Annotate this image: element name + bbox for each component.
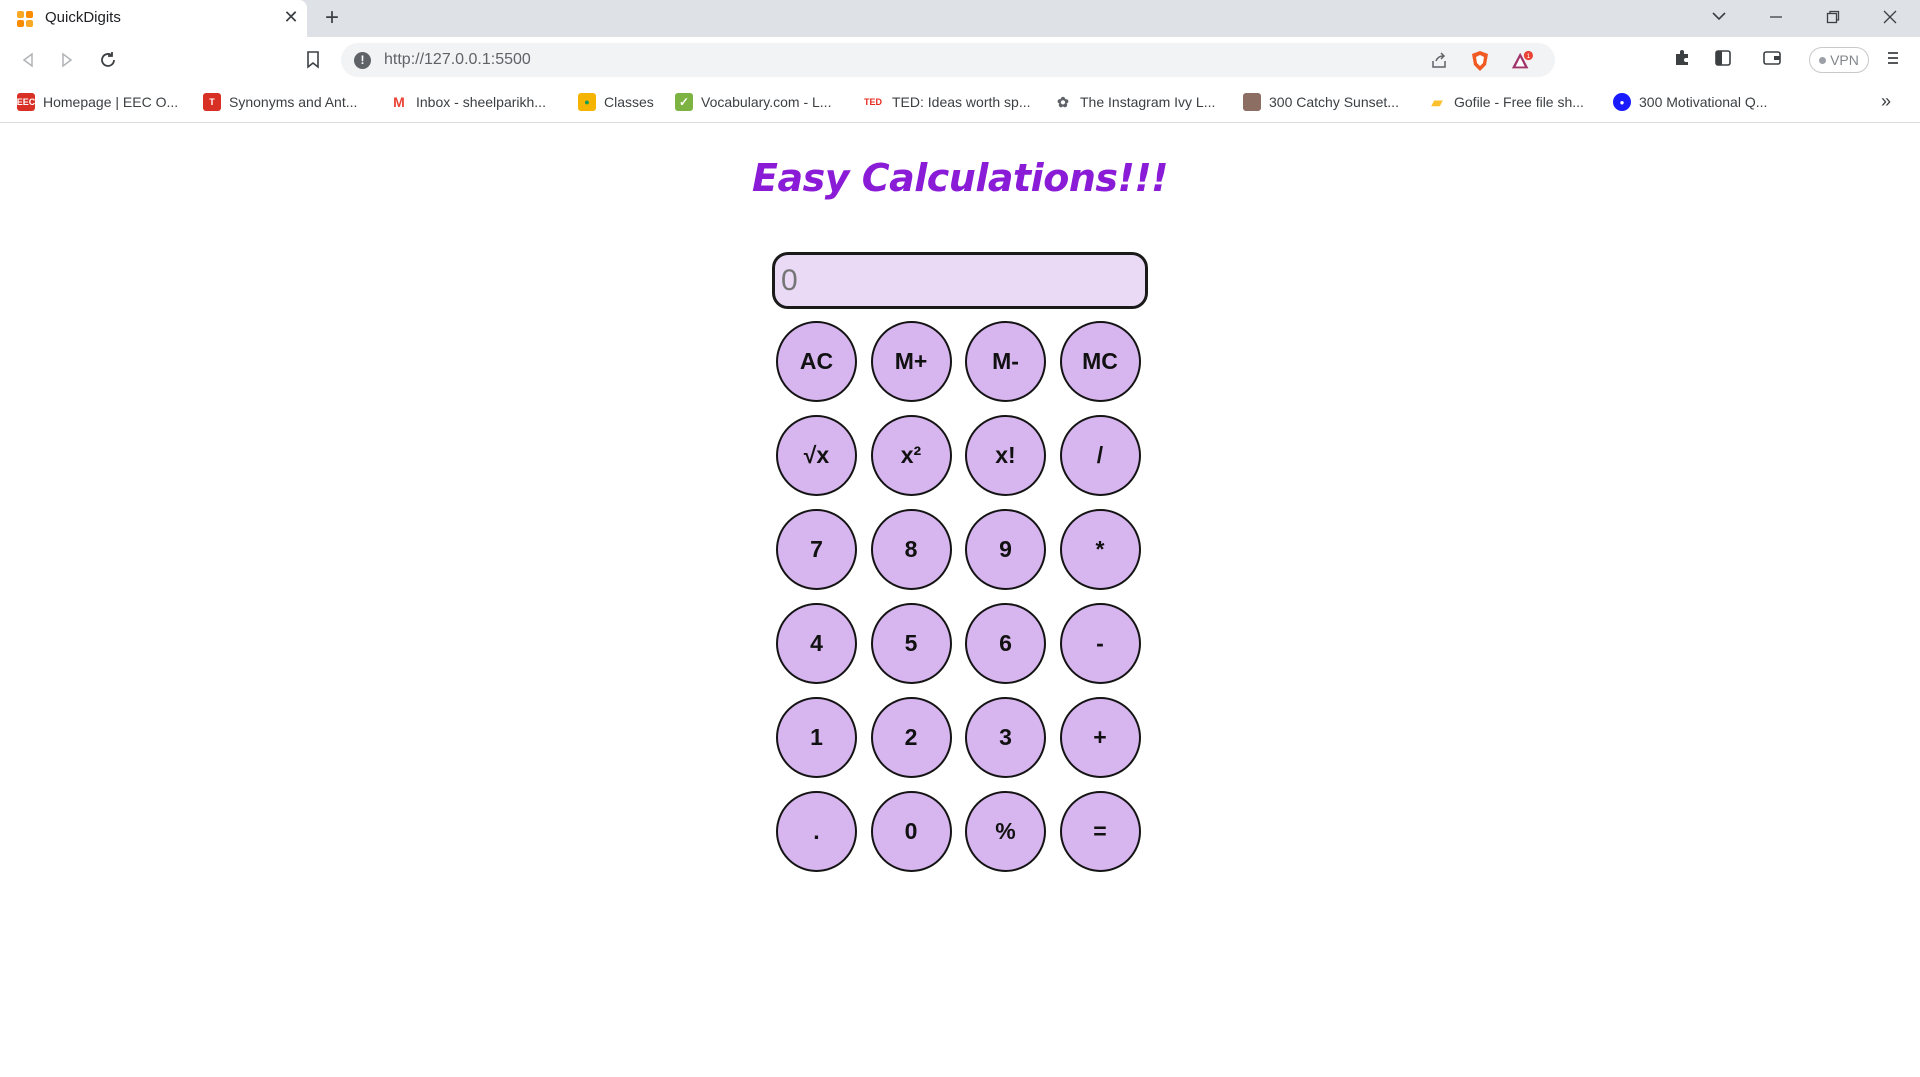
sunset-icon [1243, 93, 1261, 111]
bookmark-label: Inbox - sheelparikh... [416, 94, 546, 110]
bookmark-icon [307, 51, 319, 69]
bookmark-label: TED: Ideas worth sp... [892, 94, 1031, 110]
multiply-button[interactable]: * [1059, 509, 1141, 590]
tab-search-chevron-icon[interactable] [1699, 4, 1739, 32]
reload-button[interactable] [93, 45, 123, 75]
quickdigits-favicon-icon [17, 11, 33, 27]
back-button[interactable] [13, 45, 43, 75]
bookmark-label: Classes [604, 94, 654, 110]
restore-button[interactable] [1813, 4, 1853, 32]
vpn-button[interactable]: VPN [1809, 47, 1869, 73]
bookmark-item[interactable]: ✿ The Instagram Ivy L... [1054, 91, 1215, 113]
tab-close-icon[interactable]: ✕ [280, 6, 302, 28]
bookmarks-bar: EEC Homepage | EEC O... T Synonyms and A… [0, 83, 1920, 123]
bookmark-item[interactable]: ▰ Gofile - Free file sh... [1428, 91, 1584, 113]
close-window-button[interactable] [1870, 4, 1910, 32]
gofile-icon: ▰ [1428, 93, 1446, 111]
motivational-icon: ● [1613, 93, 1631, 111]
bookmark-item[interactable]: M Inbox - sheelparikh... [390, 91, 546, 113]
forward-arrow-icon [62, 52, 73, 68]
page-title: Easy Calculations!!! [752, 156, 1168, 200]
square-button[interactable]: x² [870, 415, 952, 496]
browser-toolbar: ! http://127.0.0.1:5500 1 VPN [0, 37, 1920, 83]
thesaurus-icon: T [203, 93, 221, 111]
share-icon[interactable] [1428, 50, 1450, 72]
digit-0-button[interactable]: 0 [870, 791, 952, 872]
site-info-icon[interactable]: ! [354, 52, 371, 69]
ted-icon: TED [862, 93, 884, 111]
add-button[interactable]: + [1059, 697, 1141, 778]
digit-6-button[interactable]: 6 [965, 603, 1046, 684]
bookmark-label: 300 Motivational Q... [1639, 94, 1768, 110]
reload-icon [101, 52, 115, 67]
brave-rewards-icon[interactable]: 1 [1511, 50, 1533, 72]
digit-5-button[interactable]: 5 [870, 603, 952, 684]
keypad: AC M+ M- MC √x x² x!/ 7 8 9 * 4 5 6- 1 2 3 +. 0% = [776, 321, 1146, 872]
digit-2-button[interactable]: 2 [870, 697, 952, 778]
ivy-icon: ✿ [1054, 93, 1072, 111]
wallet-icon[interactable] [1758, 44, 1786, 72]
brave-shields-icon[interactable] [1469, 50, 1491, 72]
bookmark-label: Homepage | EEC O... [43, 94, 179, 110]
digit-4-button[interactable]: 4 [776, 603, 857, 684]
bookmark-label: Synonyms and Ant... [229, 94, 358, 110]
svg-text:1: 1 [1527, 53, 1531, 60]
forward-button[interactable] [52, 45, 82, 75]
url-text: http://127.0.0.1:5500 [384, 51, 531, 68]
bookmark-item[interactable]: ✓ Vocabulary.com - L... [675, 91, 831, 113]
bookmark-button[interactable] [298, 45, 328, 75]
gmail-icon: M [390, 93, 408, 111]
vpn-status-dot-icon [1819, 56, 1827, 64]
digit-8-button[interactable]: 8 [870, 509, 952, 590]
percent-button[interactable]: % [965, 791, 1046, 872]
bookmark-label: Vocabulary.com - L... [701, 94, 832, 110]
memory-clear-button[interactable]: MC [1059, 321, 1141, 402]
all-clear-button[interactable]: AC [776, 321, 857, 402]
decimal-button[interactable]: . [776, 791, 857, 872]
square-root-button[interactable]: √x [776, 415, 857, 496]
classroom-icon: ● [578, 93, 596, 111]
bookmark-item[interactable]: ● Classes [578, 91, 654, 113]
memory-subtract-button[interactable]: M- [965, 321, 1046, 402]
vpn-label: VPN [1830, 52, 1859, 68]
calculator-display[interactable] [772, 252, 1148, 309]
extensions-puzzle-icon[interactable] [1668, 44, 1696, 72]
digit-3-button[interactable]: 3 [965, 697, 1046, 778]
divide-button[interactable]: / [1059, 415, 1141, 496]
tab-quickdigits[interactable]: QuickDigits ✕ [0, 0, 307, 37]
factorial-button[interactable]: x! [965, 415, 1046, 496]
back-arrow-icon [22, 52, 33, 68]
bookmark-label: The Instagram Ivy L... [1080, 94, 1216, 110]
calculator-page: Easy Calculations!!! ACM+M-MC √xx²x!/ 789*… [0, 124, 1920, 1077]
bookmark-label: Gofile - Free file sh... [1454, 94, 1584, 110]
more-bookmarks-chevron-icon[interactable]: » [1881, 91, 1891, 112]
subtract-button[interactable]: - [1059, 603, 1141, 684]
vocabulary-icon: ✓ [675, 93, 693, 111]
bookmark-item[interactable]: EEC Homepage | EEC O... [17, 91, 178, 113]
tab-title: QuickDigits [45, 9, 121, 26]
eec-icon: EEC [17, 93, 35, 111]
digit-7-button[interactable]: 7 [776, 509, 857, 590]
equals-button[interactable]: = [1059, 791, 1141, 872]
bookmark-item[interactable]: TED TED: Ideas worth sp... [862, 91, 1031, 113]
menu-hamburger-icon[interactable] [1879, 44, 1907, 72]
minimize-button[interactable] [1756, 4, 1796, 32]
bookmark-item[interactable]: 300 Catchy Sunset... [1243, 91, 1399, 113]
memory-add-button[interactable]: M+ [870, 321, 952, 402]
digit-9-button[interactable]: 9 [965, 509, 1046, 590]
bookmark-label: 300 Catchy Sunset... [1269, 94, 1399, 110]
bookmark-item[interactable]: ● 300 Motivational Q... [1613, 91, 1767, 113]
sidebar-toggle-icon[interactable] [1709, 44, 1737, 72]
bookmark-item[interactable]: T Synonyms and Ant... [203, 91, 357, 113]
tab-strip: QuickDigits ✕ + [0, 0, 1920, 37]
new-tab-button[interactable]: + [318, 5, 346, 33]
address-bar[interactable]: ! http://127.0.0.1:5500 1 [341, 43, 1555, 77]
digit-1-button[interactable]: 1 [776, 697, 857, 778]
